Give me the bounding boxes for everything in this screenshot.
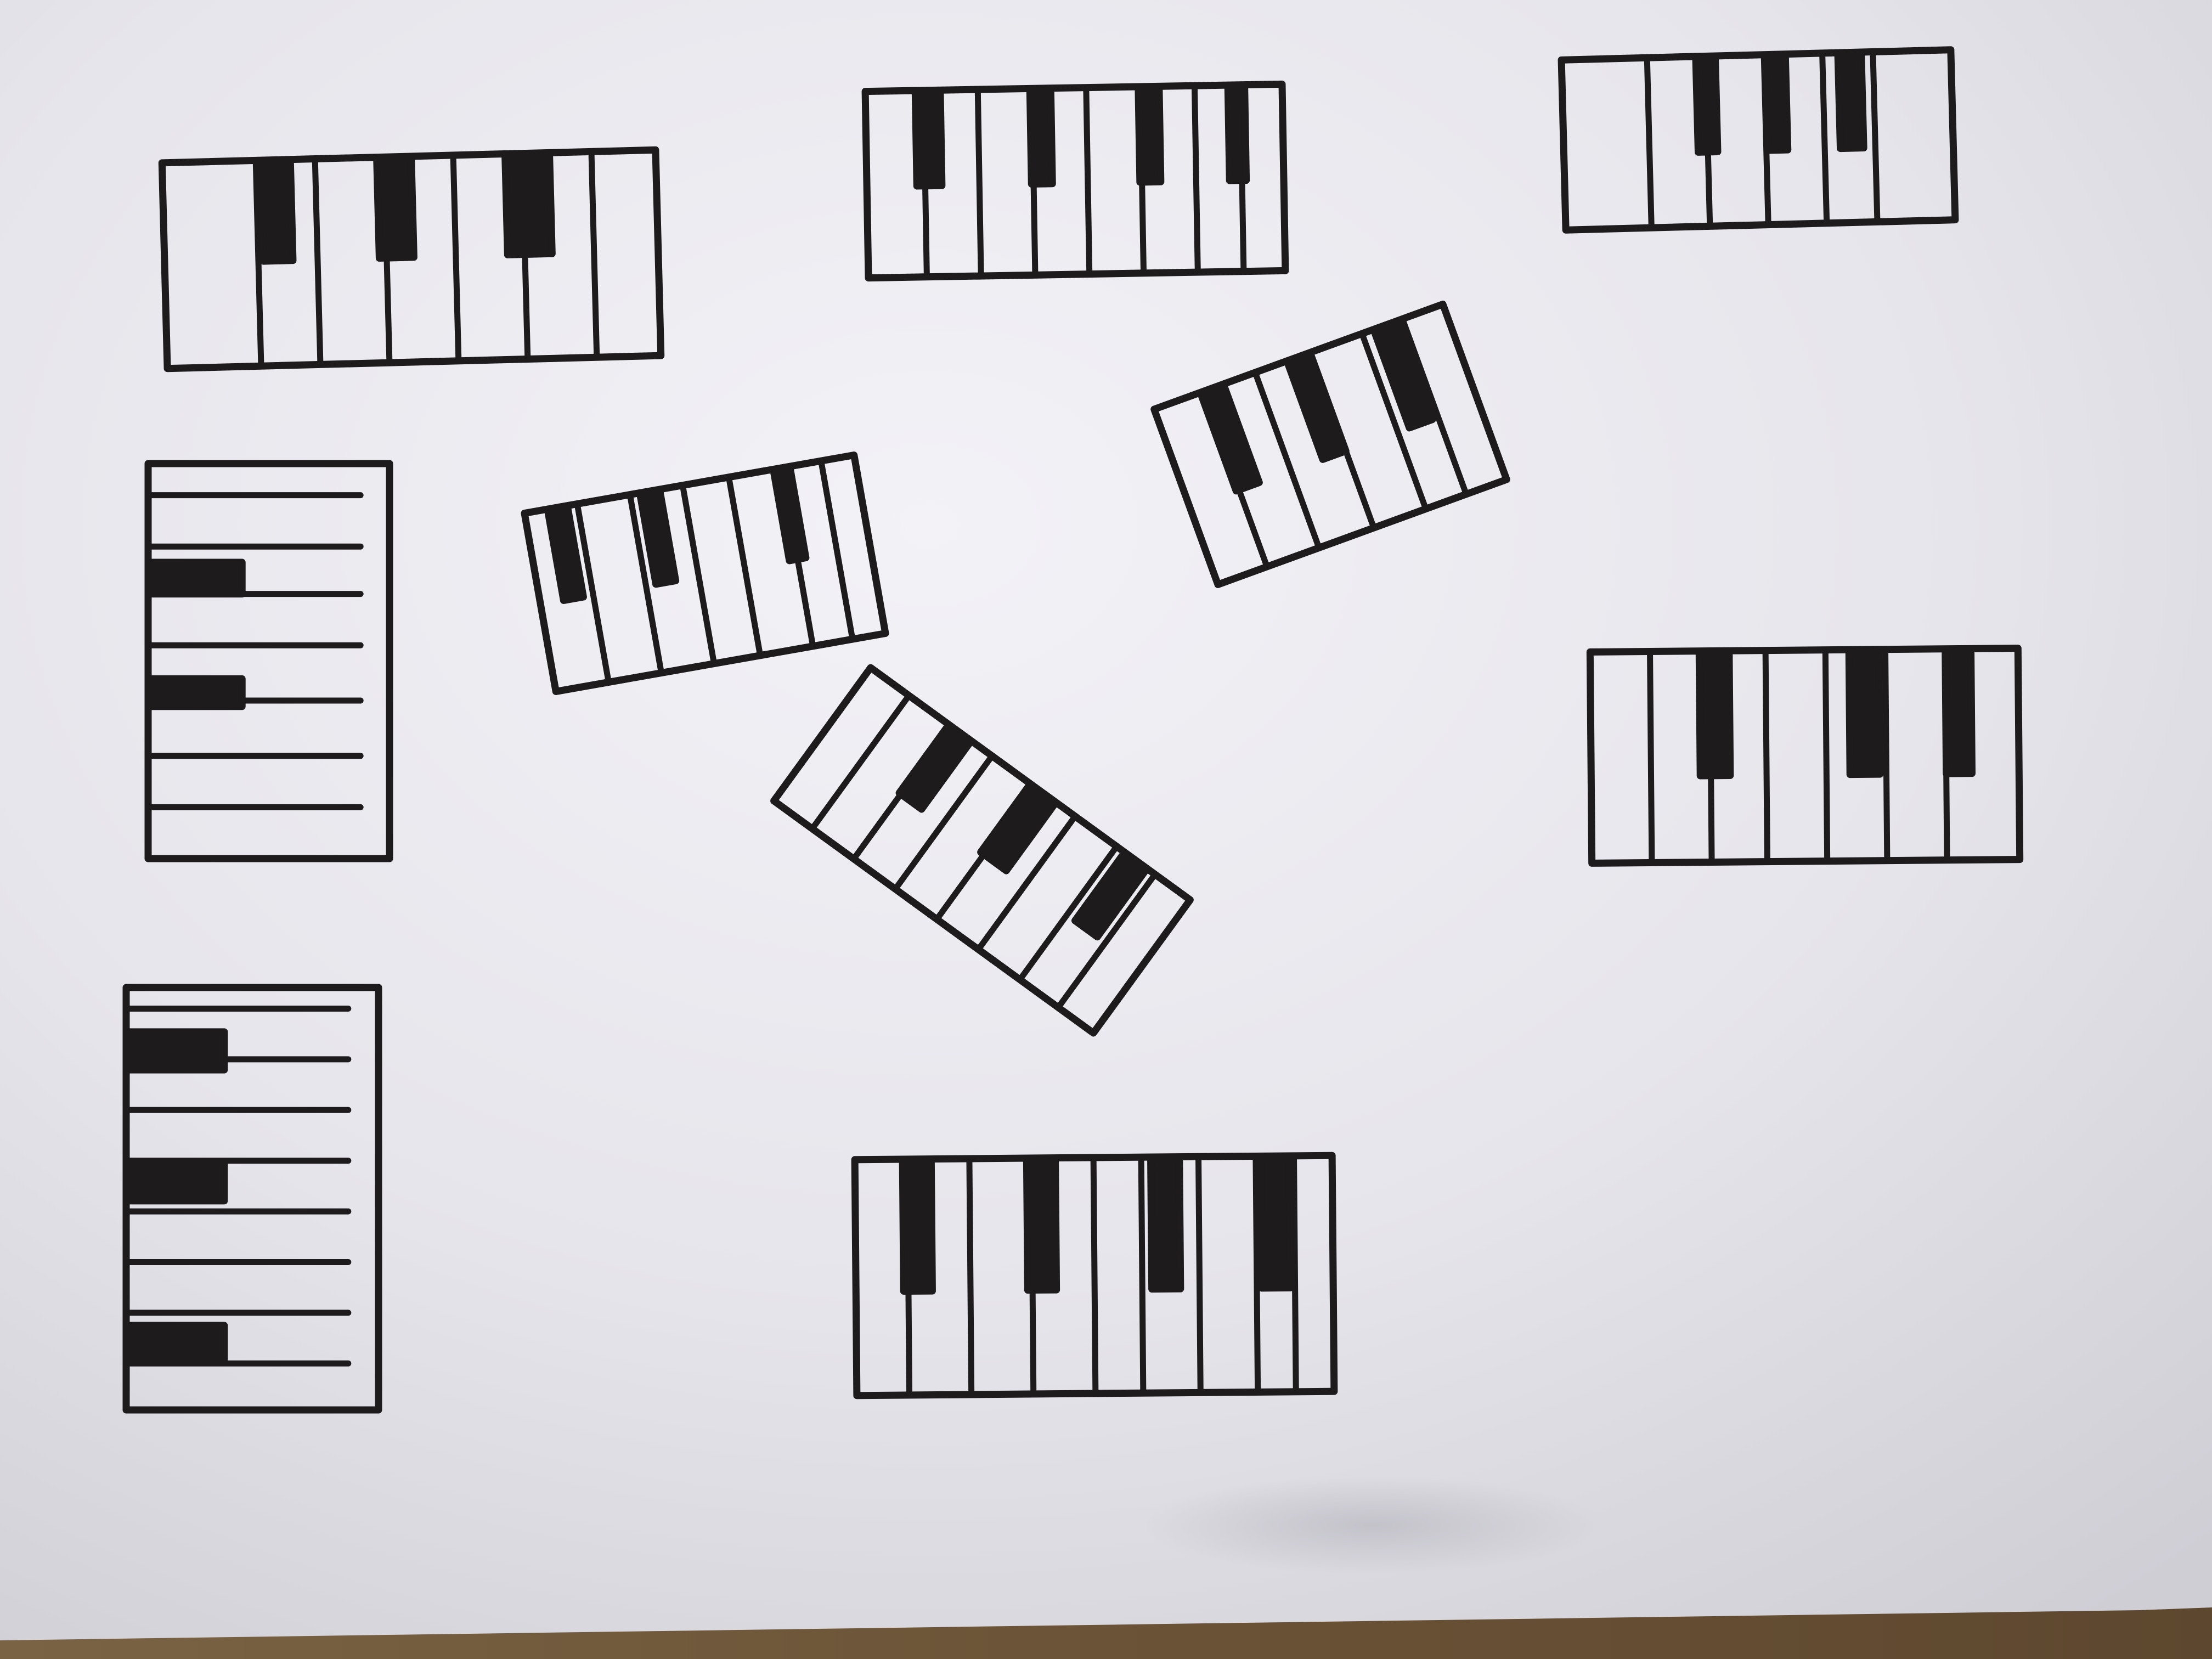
white-key-divider	[1819, 53, 1830, 224]
white-key-divider	[966, 1159, 975, 1396]
black-key	[1224, 83, 1250, 184]
black-key	[146, 558, 246, 598]
white-key-divider	[1192, 86, 1201, 273]
photo-scene	[0, 0, 2212, 1659]
white-key-divider	[1090, 1158, 1099, 1395]
black-key	[1762, 53, 1792, 154]
black-key	[1257, 1154, 1294, 1292]
black-key	[373, 155, 417, 262]
white-key-divider	[1138, 1157, 1147, 1394]
white-key-divider	[1644, 58, 1655, 229]
white-key-divider	[1822, 650, 1831, 862]
white-key-divider	[1647, 651, 1655, 864]
black-key	[125, 1159, 228, 1205]
white-key-divider	[1195, 1156, 1204, 1393]
black-key	[1942, 647, 1976, 777]
black-key	[1834, 50, 1867, 153]
black-key	[501, 151, 556, 258]
black-key	[257, 158, 297, 265]
black-key	[1023, 1156, 1060, 1294]
black-key	[1692, 54, 1722, 156]
black-key	[125, 1322, 228, 1363]
white-key-divider	[974, 89, 984, 277]
black-key	[1135, 84, 1165, 186]
black-key	[1147, 1155, 1184, 1293]
black-key	[911, 88, 946, 190]
black-key	[1026, 87, 1056, 188]
white-key-divider	[1083, 88, 1093, 275]
black-key	[125, 1028, 228, 1074]
white-key-divider	[1762, 651, 1770, 863]
black-key	[1695, 649, 1734, 780]
white-key-divider	[1882, 650, 1891, 862]
hand-shadow	[1141, 1476, 1602, 1575]
black-key	[1845, 648, 1884, 778]
white-key-divider	[1870, 52, 1881, 223]
black-key	[899, 1158, 936, 1295]
black-key	[146, 675, 246, 710]
white-key-divider	[1291, 1156, 1299, 1393]
hand-drawn-keyboards-photo	[0, 0, 2212, 1659]
